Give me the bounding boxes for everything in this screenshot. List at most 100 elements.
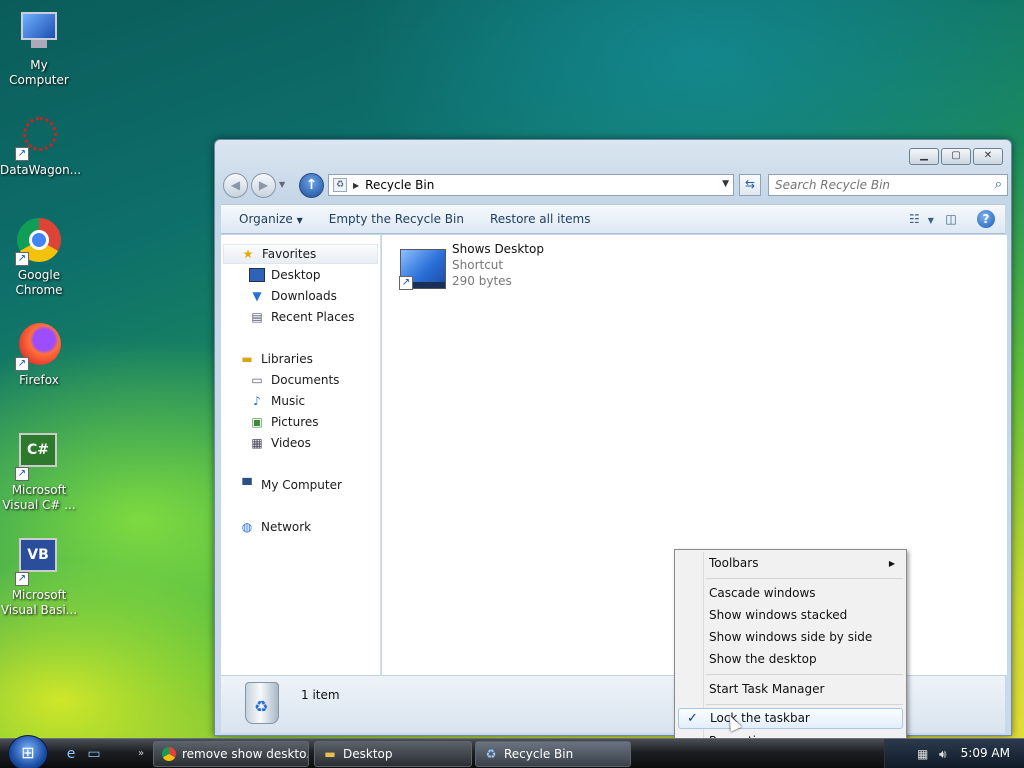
search-icon[interactable]: ⌕ [995, 177, 1002, 192]
desktop-icon-chrome[interactable]: ↗ Google Chrome [0, 218, 78, 298]
empty-recycle-bin-button[interactable]: Empty the Recycle Bin [311, 212, 472, 226]
search-box[interactable]: ⌕ [768, 174, 1008, 196]
search-input[interactable] [775, 178, 975, 192]
show-desktop-icon[interactable]: ▭ [85, 745, 103, 763]
forward-button[interactable]: ▶ [251, 173, 276, 198]
back-button[interactable]: ◀ [223, 173, 248, 198]
clock[interactable]: 5:09 AM [961, 746, 1010, 760]
close-button[interactable]: ✕ [973, 148, 1003, 165]
shortcut-arrow-icon: ↗ [399, 276, 413, 290]
desktop-icon-label: Microsoft Visual Basi... [0, 588, 78, 617]
desktop-icon-my-computer[interactable]: My Computer [0, 8, 78, 88]
menu-item-task-manager[interactable]: Start Task Manager [678, 679, 903, 700]
nav-label: Libraries [261, 352, 313, 366]
navigation-bar: ◀ ▶ ▼ ↑ ♻ ▶ Recycle Bin ▼ ⇆ ⌕ [221, 172, 1008, 198]
taskbar: ⊞ e ▭ » remove show deskto... ▬ Desktop ♻… [0, 735, 1024, 768]
maximize-button[interactable]: ▢ [941, 148, 971, 165]
caption-buttons: ▁ ▢ ✕ [909, 148, 1003, 165]
menu-item-side-by-side[interactable]: Show windows side by side [678, 627, 903, 648]
internet-explorer-icon[interactable]: e [62, 745, 80, 763]
taskbar-button-label: Desktop [343, 747, 393, 761]
file-type: Shortcut [452, 258, 504, 272]
taskbar-button-chrome[interactable]: remove show deskto... [153, 741, 309, 767]
nav-label: Favorites [262, 247, 317, 261]
organize-label: Organize [239, 212, 293, 226]
nav-my-computer[interactable]: ▀ My Computer [239, 475, 342, 495]
views-icon[interactable]: ☷ ▼ [909, 211, 934, 227]
nav-pictures[interactable]: ▣ Pictures [249, 412, 319, 432]
desktop-icon-label: Microsoft Visual C# ... [2, 483, 76, 512]
address-bar[interactable]: ♻ ▶ Recycle Bin ▼ [328, 174, 734, 196]
vb-icon: VB ↗ [15, 538, 63, 586]
nav-label: My Computer [261, 478, 342, 492]
restore-all-items-button[interactable]: Restore all items [472, 212, 599, 226]
menu-separator [706, 674, 903, 675]
shortcut-arrow-icon: ↗ [15, 572, 29, 586]
desktop-icon-label: My Computer [9, 58, 69, 87]
breadcrumb-arrow-icon[interactable]: ▶ [353, 181, 359, 190]
pictures-icon: ▣ [251, 415, 263, 429]
nav-label: Pictures [271, 415, 319, 429]
file-name: Shows Desktop [452, 242, 544, 256]
menu-item-lock-taskbar[interactable]: ✓ Lock the taskbar [678, 708, 903, 729]
command-bar: Organize ▼ Empty the Recycle Bin Restore… [221, 204, 1005, 234]
recycle-bin-icon [245, 682, 279, 724]
nav-label: Downloads [271, 289, 337, 303]
refresh-button[interactable]: ⇆ [739, 174, 761, 196]
music-icon: ♪ [253, 394, 261, 408]
recycle-bin-icon: ♻ [485, 747, 497, 761]
shortcut-file-icon: ↗ [399, 249, 446, 290]
taskbar-context-menu: Toolbars ▶ Cascade windows Show windows s… [674, 549, 907, 754]
nav-network[interactable]: ◍ Network [239, 517, 311, 537]
recent-pages-dropdown[interactable]: ▼ [279, 180, 285, 189]
menu-item-toolbars[interactable]: Toolbars ▶ [678, 553, 903, 574]
network-icon: ◍ [241, 520, 253, 534]
address-dropdown-icon[interactable]: ▼ [722, 179, 729, 189]
taskbar-button-recycle-bin[interactable]: ♻ Recycle Bin [475, 741, 631, 767]
desktop-icon-visual-basic[interactable]: VB ↗ Microsoft Visual Basi... [0, 538, 78, 618]
taskbar-button-desktop[interactable]: ▬ Desktop [314, 741, 472, 767]
windows-logo-icon: ⊞ [21, 743, 35, 762]
libraries-icon: ▬ [241, 352, 253, 366]
network-tray-icon[interactable]: ▦ [917, 747, 928, 761]
taskbar-button-label: Recycle Bin [504, 747, 574, 761]
nav-label: Documents [271, 373, 340, 387]
recycle-bin-icon: ♻ [333, 178, 347, 192]
nav-favorites[interactable]: ★ Favorites [223, 244, 378, 264]
desktop-icon-firefox[interactable]: ↗ Firefox [0, 323, 78, 388]
organize-button[interactable]: Organize ▼ [221, 212, 311, 226]
menu-item-stacked[interactable]: Show windows stacked [678, 605, 903, 626]
shortcut-arrow-icon: ↗ [15, 357, 29, 371]
chrome-icon [162, 747, 176, 761]
nav-videos[interactable]: ▦ Videos [249, 433, 311, 453]
address-text: Recycle Bin [365, 178, 435, 192]
menu-item-cascade[interactable]: Cascade windows [678, 583, 903, 604]
notification-area: ▦ 🔊︎ 5:09 AM [884, 739, 1024, 768]
desktop-icon-label: Google Chrome [15, 268, 63, 297]
volume-icon[interactable]: 🔊︎ [939, 747, 947, 762]
file-size: 290 bytes [452, 274, 512, 288]
nav-label: Desktop [271, 268, 321, 282]
nav-documents[interactable]: ▭ Documents [249, 370, 339, 390]
nav-label: Recent Places [271, 310, 355, 324]
desktop-icon-visual-csharp[interactable]: C# ↗ Microsoft Visual C# ... [0, 433, 78, 513]
firefox-icon: ↗ [15, 323, 63, 371]
nav-label: Music [271, 394, 306, 408]
nav-desktop[interactable]: Desktop [249, 265, 321, 285]
nav-music[interactable]: ♪ Music [249, 391, 305, 411]
help-icon[interactable]: ? [977, 210, 995, 228]
menu-item-show-desktop[interactable]: Show the desktop [678, 649, 903, 670]
nav-recent-places[interactable]: ▤ Recent Places [249, 307, 354, 327]
start-button[interactable]: ⊞ [8, 735, 48, 768]
desktop-icon-datawagon[interactable]: ↗ DataWagon... [0, 113, 81, 178]
menu-separator [706, 578, 903, 579]
nav-libraries[interactable]: ▬ Libraries [239, 349, 313, 369]
preview-pane-icon[interactable]: ◫ [943, 211, 959, 227]
minimize-button[interactable]: ▁ [909, 148, 939, 165]
up-button[interactable]: ↑ [299, 173, 324, 198]
quicklaunch-overflow-icon[interactable]: » [132, 745, 150, 763]
datawagon-icon: ↗ [15, 113, 63, 161]
menu-label: Toolbars [709, 556, 759, 570]
nav-downloads[interactable]: ▼ Downloads [249, 286, 337, 306]
monitor-icon [15, 8, 63, 56]
